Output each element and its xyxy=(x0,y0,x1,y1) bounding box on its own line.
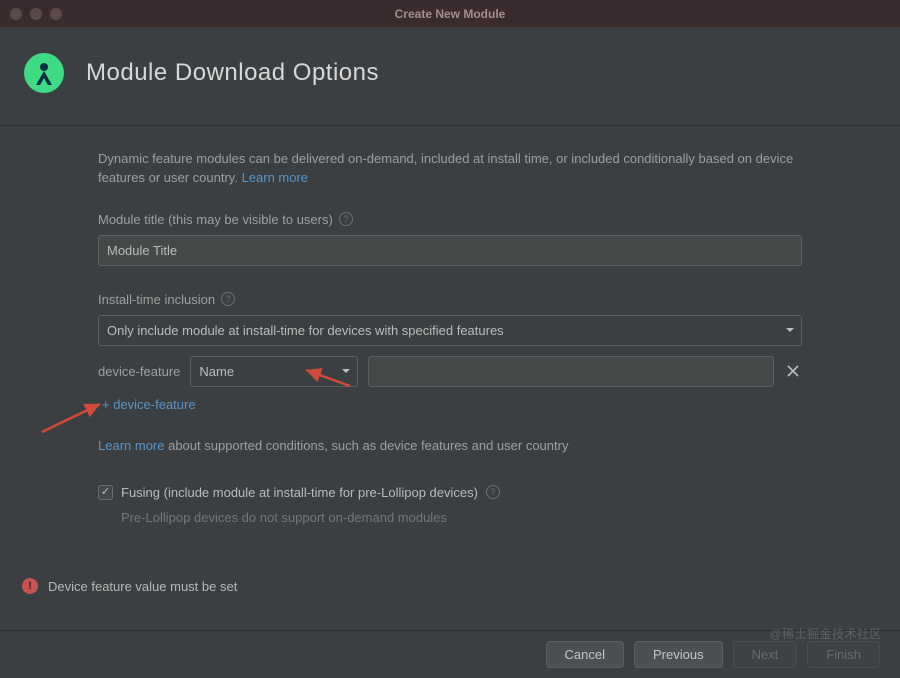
help-icon[interactable]: ? xyxy=(221,292,235,306)
description-text: Dynamic feature modules can be delivered… xyxy=(98,150,802,188)
fusing-label: Fusing (include module at install-time f… xyxy=(121,485,478,500)
dialog-header: Module Download Options xyxy=(0,27,900,126)
description-body: Dynamic feature modules can be delivered… xyxy=(98,151,793,185)
install-time-label: Install-time inclusion ? xyxy=(98,292,802,307)
help-icon[interactable]: ? xyxy=(339,212,353,226)
device-feature-value-input[interactable] xyxy=(368,356,774,387)
close-window-icon[interactable] xyxy=(10,8,22,20)
conditions-note-rest: about supported conditions, such as devi… xyxy=(164,438,568,453)
android-studio-icon xyxy=(22,51,66,95)
help-icon[interactable]: ? xyxy=(486,485,500,499)
device-feature-name-select-wrap: Name xyxy=(190,356,358,387)
install-time-select-wrap: Only include module at install-time for … xyxy=(98,315,802,346)
next-button: Next xyxy=(733,641,798,668)
remove-row-icon[interactable] xyxy=(784,362,802,380)
fusing-subnote: Pre-Lollipop devices do not support on-d… xyxy=(121,510,802,525)
fusing-checkbox[interactable] xyxy=(98,485,113,500)
previous-button[interactable]: Previous xyxy=(634,641,723,668)
cancel-button[interactable]: Cancel xyxy=(546,641,624,668)
conditions-learn-more-link[interactable]: Learn more xyxy=(98,438,164,453)
finish-button: Finish xyxy=(807,641,880,668)
zoom-window-icon[interactable] xyxy=(50,8,62,20)
device-feature-name-select[interactable]: Name xyxy=(190,356,358,387)
module-title-label-text: Module title (this may be visible to use… xyxy=(98,212,333,227)
add-device-feature-link[interactable]: + device-feature xyxy=(102,397,196,412)
dialog-footer: Cancel Previous Next Finish xyxy=(0,630,900,678)
error-icon: ! xyxy=(22,578,38,594)
dialog-body: Dynamic feature modules can be delivered… xyxy=(0,126,900,525)
device-feature-row: device-feature Name xyxy=(98,356,802,387)
window-title: Create New Module xyxy=(0,7,900,21)
error-message: Device feature value must be set xyxy=(48,579,237,594)
install-time-select[interactable]: Only include module at install-time for … xyxy=(98,315,802,346)
minimize-window-icon[interactable] xyxy=(30,8,42,20)
module-title-label: Module title (this may be visible to use… xyxy=(98,212,802,227)
window-titlebar: Create New Module xyxy=(0,0,900,27)
conditions-note: Learn more about supported conditions, s… xyxy=(98,438,802,453)
device-feature-row-label: device-feature xyxy=(98,364,180,379)
page-title: Module Download Options xyxy=(86,59,379,87)
validation-error: ! Device feature value must be set xyxy=(22,578,237,594)
install-time-label-text: Install-time inclusion xyxy=(98,292,215,307)
traffic-lights xyxy=(0,8,62,20)
fusing-checkbox-row: Fusing (include module at install-time f… xyxy=(98,485,802,500)
module-title-input[interactable] xyxy=(98,235,802,266)
description-learn-more-link[interactable]: Learn more xyxy=(242,170,308,185)
